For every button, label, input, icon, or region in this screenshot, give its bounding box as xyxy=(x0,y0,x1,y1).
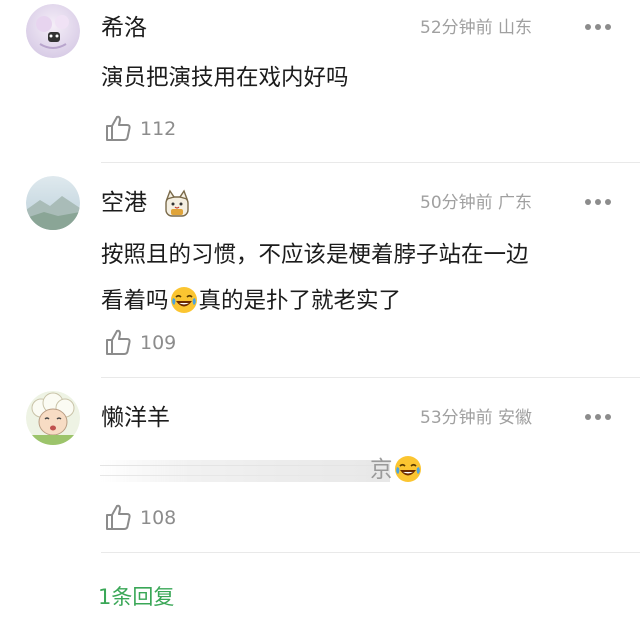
thumb-up-icon xyxy=(106,115,131,141)
more-dots-icon[interactable] xyxy=(585,197,611,207)
view-replies-link[interactable]: 1条回复 xyxy=(98,583,174,611)
comment-text-segment: 真的是扑了就老实了 xyxy=(198,288,402,314)
username[interactable]: 希洛 xyxy=(101,13,147,43)
more-dots-icon[interactable] xyxy=(585,412,611,422)
like-button[interactable]: 109 xyxy=(104,328,224,358)
comment-text-segment: 看着吗 xyxy=(101,288,169,314)
comment-text-line: 按照且的习惯，不应该是梗着脖子站在一边 xyxy=(101,242,529,268)
comment-text-segment: 京 xyxy=(370,457,393,483)
comment-meta: 53分钟前 安徽 xyxy=(420,408,533,428)
like-count: 112 xyxy=(140,118,177,140)
more-dots-icon[interactable] xyxy=(585,22,611,32)
thumb-up-icon xyxy=(106,504,131,530)
like-button[interactable]: 108 xyxy=(104,503,224,533)
comment-text-line: 看着吗 真的是扑了就老实了 xyxy=(101,278,621,324)
laughing-crying-emoji xyxy=(394,456,421,482)
like-button[interactable]: 112 xyxy=(104,114,224,144)
comment-text: 京 xyxy=(370,447,490,493)
like-count: 109 xyxy=(140,332,177,354)
comment-text: 按照且的习惯，不应该是梗着脖子站在一边 看着吗 真的是扑了就老实了 xyxy=(101,232,621,324)
avatar[interactable] xyxy=(26,391,80,445)
thumb-up-icon xyxy=(106,329,131,355)
divider xyxy=(101,552,640,553)
username[interactable]: 空港 xyxy=(101,188,147,218)
divider xyxy=(101,377,640,378)
avatar[interactable] xyxy=(26,176,80,230)
username[interactable]: 懒洋羊 xyxy=(101,403,170,433)
laughing-crying-emoji xyxy=(170,287,197,313)
obscured-comment-text xyxy=(100,460,390,482)
avatar[interactable] xyxy=(26,4,80,58)
comment-meta: 52分钟前 山东 xyxy=(420,18,533,38)
comment-meta: 50分钟前 广东 xyxy=(420,193,533,213)
comment-text: 演员把演技用在戏内好吗 xyxy=(101,65,349,91)
like-count: 108 xyxy=(140,507,177,529)
fortune-cat-badge-icon xyxy=(163,188,191,218)
divider xyxy=(101,162,640,163)
